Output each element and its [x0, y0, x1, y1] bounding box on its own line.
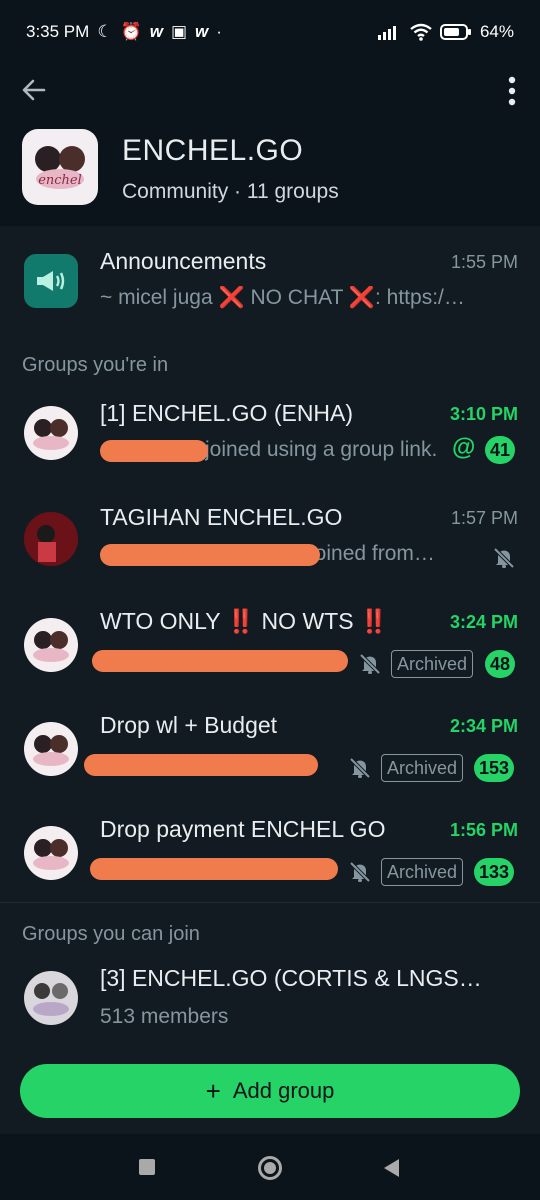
- signal-icon: [377, 26, 396, 40]
- w-app-icon: w: [149, 22, 163, 41]
- group-avatar: [24, 826, 78, 880]
- list-item[interactable]: Drop wl + Budget 2:34 PM Archived 153: [0, 702, 540, 806]
- group-name: [1] ENCHEL.GO (ENHA): [100, 400, 354, 426]
- system-nav-bar: [0, 1134, 540, 1200]
- unread-badge: 48: [485, 650, 516, 678]
- community-avatar[interactable]: enchel: [22, 129, 98, 205]
- redaction-mark: [90, 858, 338, 880]
- group-preview: joined from…: [310, 542, 435, 565]
- battery-level: 64%: [479, 22, 514, 41]
- redaction-mark: [92, 650, 348, 672]
- group-logo-icon: [33, 631, 69, 662]
- group-time: 1:57 PM: [450, 508, 518, 528]
- muted-bell-icon: [359, 653, 381, 675]
- section-groups-in: Groups you're in: [22, 354, 169, 376]
- community-subtitle: Community · 11 groups: [122, 180, 339, 203]
- list-item[interactable]: TAGIHAN ENCHEL.GO 1:57 PM joined from…: [0, 494, 540, 598]
- home-icon[interactable]: [257, 1155, 283, 1181]
- group-photo-icon: [24, 512, 78, 566]
- list-item[interactable]: [1] ENCHEL.GO (ENHA) 3:10 PM joined usin…: [0, 390, 540, 494]
- back-arrow-icon[interactable]: [18, 74, 50, 106]
- dot-icon: ·: [216, 22, 222, 41]
- group-name: WTO ONLY ‼️ NO WTS ‼️: [100, 608, 389, 634]
- group-name: [3] ENCHEL.GO (CORTIS & LNGS…: [100, 965, 482, 991]
- add-group-label: Add group: [232, 1078, 335, 1103]
- add-group-button[interactable]: + Add group: [20, 1064, 520, 1118]
- unread-badge: 41: [485, 436, 516, 464]
- redaction-mark: [100, 440, 208, 462]
- list-item[interactable]: [3] ENCHEL.GO (CORTIS & LNGS… 513 member…: [0, 957, 540, 1053]
- svg-text:enchel: enchel: [38, 173, 82, 188]
- group-logo-icon: [33, 839, 69, 870]
- groups-in-list: Groups you're in [1] ENCHEL.GO (ENHA) 3:…: [0, 332, 540, 902]
- muted-bell-icon: [493, 547, 515, 569]
- w-app-icon-2: w: [195, 22, 209, 41]
- group-logo-icon: [33, 419, 69, 450]
- muted-bell-icon: [349, 757, 371, 779]
- group-time: 3:24 PM: [449, 612, 518, 632]
- plus-icon: +: [205, 1075, 221, 1106]
- community-header: enchel ENCHEL.GO Community · 11 groups: [0, 118, 540, 226]
- group-time: 3:10 PM: [449, 404, 518, 424]
- group-members: 513 members: [100, 1005, 229, 1028]
- alarm-icon: ⏰: [120, 22, 142, 41]
- announcements-preview: ~ micel juga ❌ NO CHAT ❌: https:/…: [100, 286, 465, 309]
- community-logo-icon: enchel: [35, 146, 85, 189]
- wifi-icon: [410, 23, 432, 41]
- unread-badge: 153: [474, 754, 515, 782]
- section-groups-join: Groups you can join: [22, 923, 200, 945]
- top-bar: [0, 64, 540, 118]
- mention-icon: @: [452, 434, 476, 461]
- group-time: 2:34 PM: [449, 716, 518, 736]
- unread-badge: 133: [474, 858, 515, 886]
- archived-label: Archived: [391, 650, 474, 678]
- group-logo-icon: [33, 983, 69, 1016]
- archived-label: Archived: [381, 858, 464, 886]
- group-name: Drop payment ENCHEL GO: [100, 816, 386, 842]
- announcements-title: Announcements: [100, 248, 267, 274]
- archived-label: Archived: [381, 754, 464, 782]
- back-nav-icon[interactable]: [381, 1157, 401, 1179]
- muted-bell-icon: [349, 861, 371, 883]
- status-bar: 3:35 PM ☾ ⏰ w ▣ w · 64%: [0, 0, 540, 64]
- moon-icon: ☾: [97, 22, 113, 41]
- announcements-time: 1:55 PM: [450, 252, 518, 272]
- group-avatar: [24, 971, 78, 1025]
- list-item[interactable]: WTO ONLY ‼️ NO WTS ‼️ 3:24 PM Archived 4…: [0, 598, 540, 702]
- announcements-row[interactable]: Announcements 1:55 PM ~ micel juga ❌ NO …: [0, 226, 540, 333]
- group-logo-icon: [33, 735, 69, 766]
- redaction-mark: [84, 754, 318, 776]
- clock: 3:35 PM: [26, 22, 90, 41]
- group-avatar: [24, 618, 78, 672]
- group-avatar: [24, 406, 78, 460]
- community-name: ENCHEL.GO: [122, 134, 304, 167]
- group-time: 1:56 PM: [449, 820, 518, 840]
- list-item[interactable]: Drop payment ENCHEL GO 1:56 PM Archived …: [0, 806, 540, 902]
- redaction-mark: [100, 544, 320, 566]
- group-name: Drop wl + Budget: [100, 712, 278, 738]
- group-name: TAGIHAN ENCHEL.GO: [100, 504, 343, 530]
- megaphone-icon: [24, 254, 78, 308]
- recents-icon[interactable]: [138, 1158, 156, 1176]
- group-preview: joined using a group link.: [205, 438, 438, 461]
- group-avatar: [24, 722, 78, 776]
- more-options-icon[interactable]: [502, 74, 522, 108]
- group-avatar: [24, 512, 78, 566]
- app-icon: ▣: [170, 22, 188, 41]
- battery-icon: [439, 24, 471, 40]
